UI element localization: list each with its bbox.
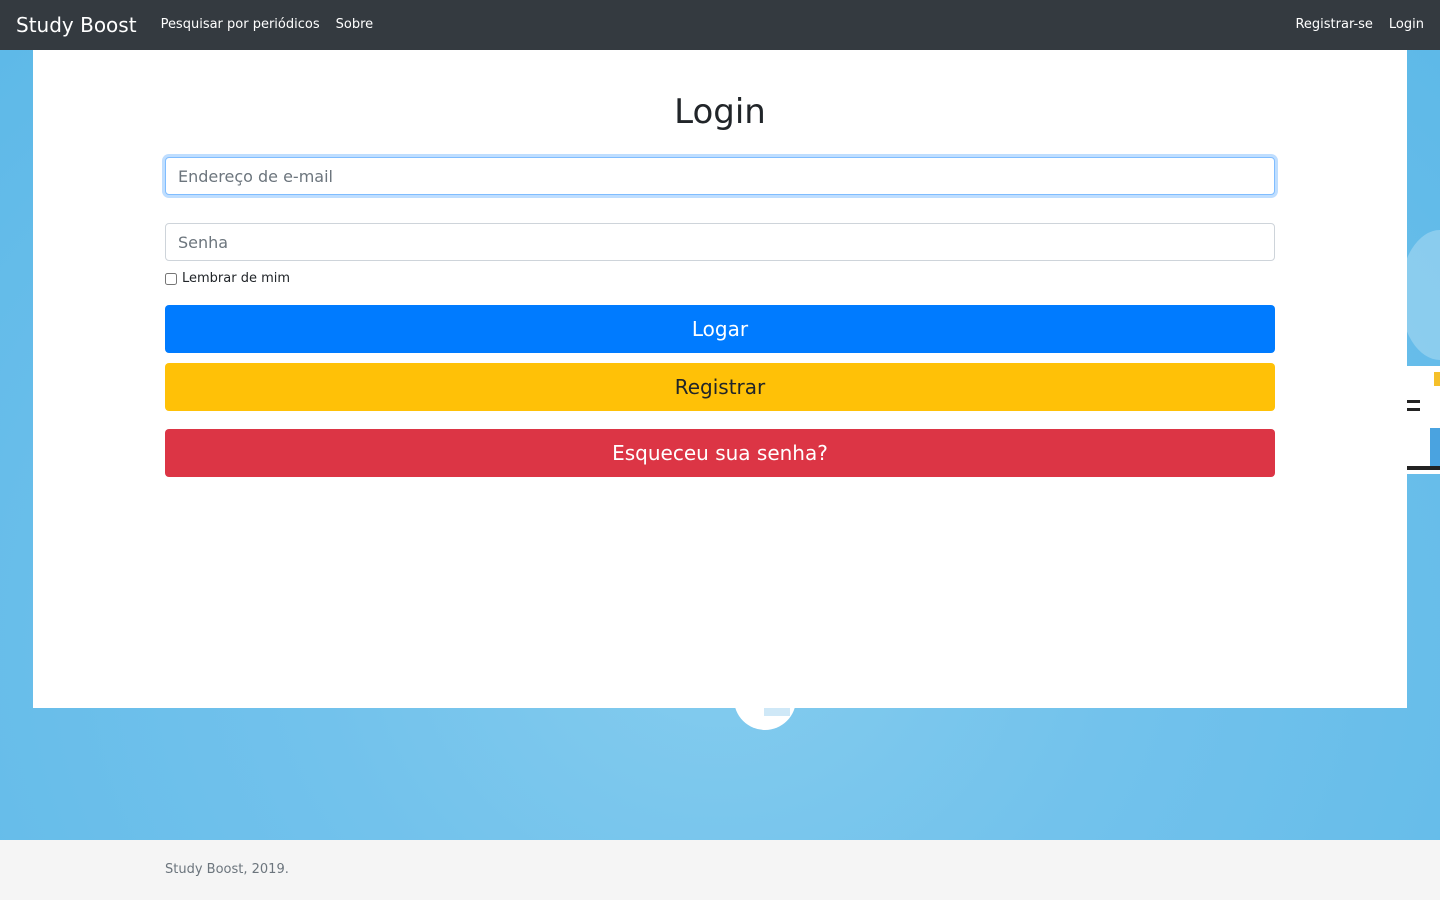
nav-link-about[interactable]: Sobre: [336, 0, 374, 50]
top-navbar: Study Boost Pesquisar por periódicos Sob…: [0, 0, 1440, 50]
remember-me-checkbox[interactable]: [165, 272, 177, 285]
decorative-illustration-fragment: [1406, 366, 1440, 474]
password-input[interactable]: [165, 223, 1275, 261]
nav-link-login[interactable]: Login: [1389, 0, 1424, 50]
brand-link[interactable]: Study Boost: [16, 0, 137, 50]
nav-right-group: Registrar-se Login: [1295, 0, 1424, 50]
forgot-password-button[interactable]: Esqueceu sua senha?: [165, 429, 1275, 477]
email-input[interactable]: [165, 157, 1275, 195]
nav-link-search-journals[interactable]: Pesquisar por periódicos: [161, 0, 320, 50]
remember-me-label: Lembrar de mim: [182, 271, 291, 286]
login-button[interactable]: Logar: [165, 305, 1275, 353]
page-title: Login: [674, 92, 766, 132]
nav-link-register[interactable]: Registrar-se: [1295, 0, 1372, 50]
footer-copyright: Study Boost, 2019.: [165, 862, 289, 877]
register-button[interactable]: Registrar: [165, 363, 1275, 411]
page-footer: Study Boost, 2019.: [0, 840, 1440, 900]
nav-left-group: Pesquisar por periódicos Sobre: [161, 0, 390, 50]
remember-me[interactable]: Lembrar de mim: [165, 271, 290, 286]
